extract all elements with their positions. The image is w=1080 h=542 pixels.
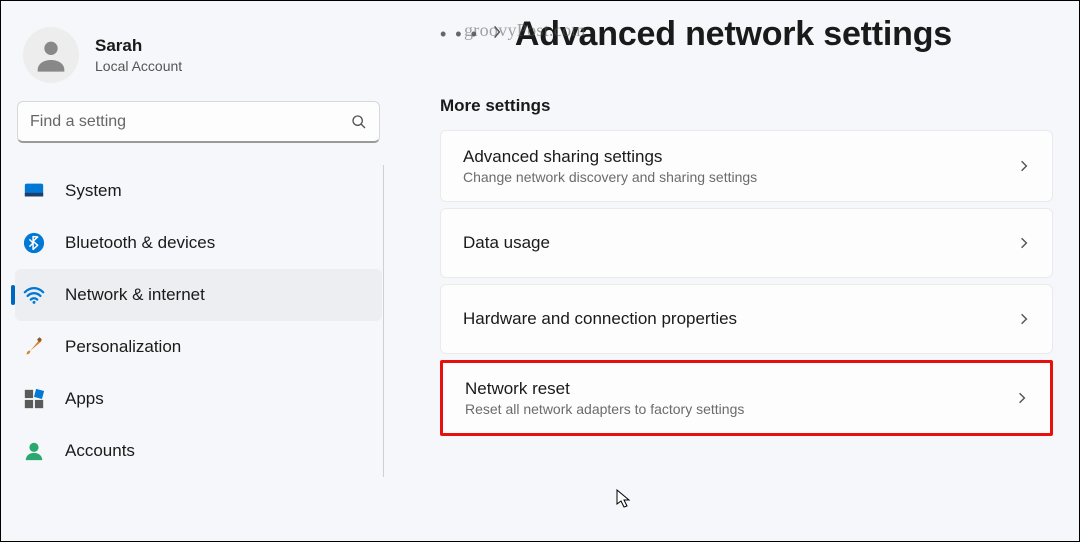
bluetooth-icon [23, 232, 45, 254]
wifi-icon [23, 284, 45, 306]
card-subtitle: Change network discovery and sharing set… [463, 169, 757, 185]
chevron-right-icon [1018, 158, 1030, 174]
card-hardware-properties[interactable]: Hardware and connection properties [440, 284, 1053, 354]
nav-list: System Bluetooth & devices Network & int… [15, 165, 386, 477]
card-advanced-sharing[interactable]: Advanced sharing settings Change network… [440, 130, 1053, 202]
sidebar-item-label: Bluetooth & devices [65, 233, 215, 253]
sidebar-item-label: System [65, 181, 122, 201]
page-title: Advanced network settings [515, 15, 952, 54]
main-content: • • • Advanced network settings More set… [396, 1, 1079, 541]
card-data-usage[interactable]: Data usage [440, 208, 1053, 278]
search-input[interactable] [30, 113, 351, 131]
sidebar-item-label: Apps [65, 389, 104, 409]
profile-name: Sarah [95, 36, 182, 56]
apps-icon [23, 388, 45, 410]
sidebar-item-apps[interactable]: Apps [15, 373, 382, 425]
breadcrumb-dots[interactable]: • • • [440, 24, 479, 45]
chevron-right-icon [1018, 235, 1030, 251]
nav-divider [383, 165, 384, 477]
card-title: Advanced sharing settings [463, 147, 757, 167]
sidebar-item-label: Accounts [65, 441, 135, 461]
avatar [23, 27, 79, 83]
card-subtitle: Reset all network adapters to factory se… [465, 401, 744, 417]
settings-card-list: Advanced sharing settings Change network… [440, 130, 1053, 436]
card-title: Network reset [465, 379, 744, 399]
card-title: Data usage [463, 233, 550, 253]
breadcrumb: • • • Advanced network settings [440, 15, 1053, 54]
sidebar-item-accounts[interactable]: Accounts [15, 425, 382, 477]
card-title: Hardware and connection properties [463, 309, 737, 329]
person-icon [23, 440, 45, 462]
sidebar-item-system[interactable]: System [15, 165, 382, 217]
profile-account-type: Local Account [95, 58, 182, 74]
chevron-right-icon [1018, 311, 1030, 327]
search-box[interactable] [17, 101, 380, 143]
profile-block[interactable]: Sarah Local Account [15, 21, 386, 101]
person-silhouette-icon [31, 35, 71, 75]
card-network-reset[interactable]: Network reset Reset all network adapters… [440, 360, 1053, 436]
chevron-right-icon [491, 24, 503, 45]
sidebar-item-network[interactable]: Network & internet [15, 269, 382, 321]
chevron-right-icon [1016, 390, 1028, 406]
sidebar: Sarah Local Account System [1, 1, 396, 541]
search-icon [351, 114, 367, 130]
sidebar-item-personalization[interactable]: Personalization [15, 321, 382, 373]
system-icon [23, 180, 45, 202]
sidebar-item-label: Personalization [65, 337, 181, 357]
section-label: More settings [440, 96, 1053, 116]
brush-icon [23, 336, 45, 358]
sidebar-item-label: Network & internet [65, 285, 205, 305]
sidebar-item-bluetooth[interactable]: Bluetooth & devices [15, 217, 382, 269]
